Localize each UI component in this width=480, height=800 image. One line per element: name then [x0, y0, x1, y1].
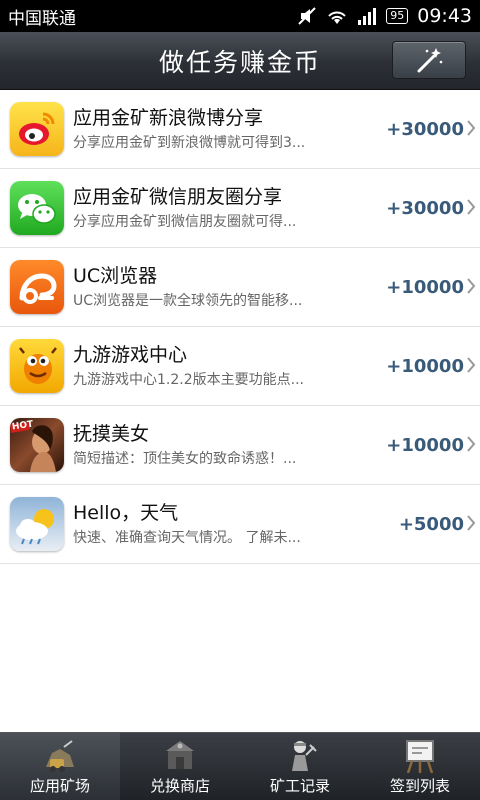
chevron-right-icon	[467, 515, 476, 531]
task-reward: +30000	[386, 197, 464, 219]
tab-miner-record[interactable]: 矿工记录	[240, 733, 360, 800]
magic-wand-icon	[417, 48, 443, 73]
task-description: 九游游戏中心1.2.2版本主要功能点...	[73, 372, 304, 388]
task-description: 快速、准确查询天气情况。 了解未...	[73, 530, 301, 546]
shop-icon	[166, 741, 194, 769]
chevron-right-icon	[467, 436, 476, 452]
clock: 09:43	[417, 5, 472, 27]
task-title: UC浏览器	[73, 265, 158, 287]
carrier-name: 中国联通	[8, 8, 76, 29]
task-text: Hello，天气 快速、准确查询天气情况。 了解未...	[73, 500, 335, 548]
tab-label: 兑换商店	[149, 777, 210, 795]
chevron-right-icon	[467, 357, 476, 373]
task-row[interactable]: Hello，天气 快速、准确查询天气情况。 了解未... +5000	[0, 485, 480, 564]
task-title: 九游游戏中心	[73, 344, 188, 366]
tab-signin-list[interactable]: 签到列表	[360, 733, 480, 800]
tab-app-mine[interactable]: 应用矿场	[0, 733, 120, 800]
task-title: 应用金矿微信朋友圈分享	[73, 186, 283, 208]
task-description: 分享应用金矿到新浪微博就可得到3...	[73, 135, 306, 151]
chevron-right-icon	[467, 199, 476, 215]
page-title: 做任务赚金币	[158, 47, 321, 77]
task-list: 应用金矿新浪微博分享 分享应用金矿到新浪微博就可得到3... +30000 应用…	[0, 90, 480, 564]
task-text: 抚摸美女 简短描述：顶住美女的致命诱惑！...	[73, 421, 335, 469]
task-reward: +30000	[386, 118, 464, 140]
task-text: 九游游戏中心 九游游戏中心1.2.2版本主要功能点...	[73, 342, 335, 390]
weather-icon	[10, 497, 64, 551]
signin-board-icon	[406, 740, 434, 773]
wifi-icon	[328, 11, 346, 24]
chevron-right-icon	[467, 278, 476, 294]
task-description: 简短描述：顶住美女的致命诱惑！...	[73, 451, 297, 467]
weibo-icon	[10, 102, 64, 156]
tab-exchange-shop[interactable]: 兑换商店	[120, 733, 240, 800]
task-title: 抚摸美女	[73, 423, 150, 445]
signal-icon	[358, 8, 377, 25]
jiuyou-icon	[10, 339, 64, 393]
task-reward: +10000	[386, 355, 464, 377]
task-reward: +10000	[386, 276, 464, 298]
tab-label: 签到列表	[389, 777, 450, 795]
miner-record-icon	[292, 741, 317, 771]
magic-wand-button[interactable]	[392, 41, 466, 79]
tab-label: 应用矿场	[29, 777, 90, 795]
task-description: UC浏览器是一款全球领先的智能移...	[73, 293, 303, 309]
task-row[interactable]: 应用金矿新浪微博分享 分享应用金矿到新浪微博就可得到3... +30000	[0, 90, 480, 169]
tab-label: 矿工记录	[269, 777, 330, 795]
task-reward: +10000	[386, 434, 464, 456]
task-title: Hello，天气	[73, 502, 179, 524]
task-reward: +5000	[398, 513, 464, 535]
mine-icon	[46, 740, 74, 772]
mute-icon	[298, 7, 316, 25]
task-row[interactable]: 应用金矿微信朋友圈分享 分享应用金矿到微信朋友圈就可得... +30000	[0, 169, 480, 248]
chevron-right-icon	[467, 120, 476, 136]
title-bar: 做任务赚金币	[0, 32, 480, 90]
wechat-icon	[10, 181, 64, 235]
battery-indicator: 95	[386, 8, 409, 24]
task-description: 分享应用金矿到微信朋友圈就可得...	[73, 214, 297, 230]
task-text: 应用金矿新浪微博分享 分享应用金矿到新浪微博就可得到3...	[73, 105, 335, 153]
task-row[interactable]: HOT 抚摸美女 简短描述：顶住美女的致命诱惑！... +10000	[0, 406, 480, 485]
status-icons: 95 09:43	[297, 5, 472, 27]
bottom-tab-bar: 应用矿场 兑换商店 矿工记录 签到列表	[0, 732, 480, 800]
task-text: 应用金矿微信朋友圈分享 分享应用金矿到微信朋友圈就可得...	[73, 184, 335, 232]
task-title: 应用金矿新浪微博分享	[73, 107, 264, 129]
task-row[interactable]: UC浏览器 UC浏览器是一款全球领先的智能移... +10000	[0, 248, 480, 327]
task-row[interactable]: 九游游戏中心 九游游戏中心1.2.2版本主要功能点... +10000	[0, 327, 480, 406]
task-text: UC浏览器 UC浏览器是一款全球领先的智能移...	[73, 263, 335, 311]
uc-browser-icon	[10, 260, 64, 314]
hot-game-icon: HOT	[10, 418, 64, 472]
status-bar: 中国联通 95 09:43	[0, 0, 480, 32]
